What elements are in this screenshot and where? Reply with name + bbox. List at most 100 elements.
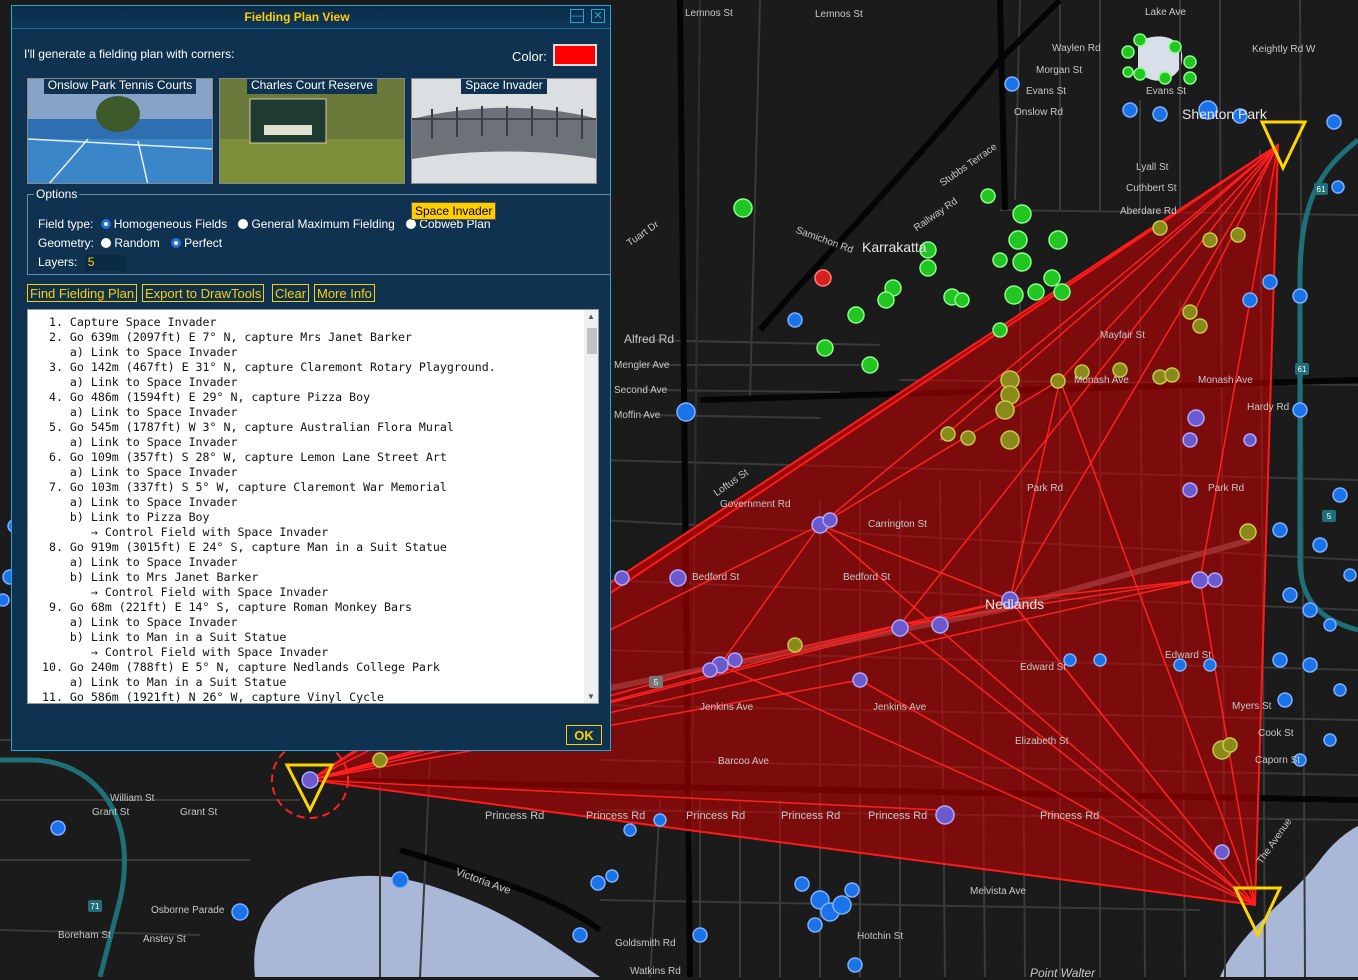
street-label: Bedford St bbox=[692, 572, 740, 583]
street-label: Waylen Rd bbox=[1052, 43, 1101, 54]
more-info-button[interactable]: More Info bbox=[314, 284, 375, 302]
svg-text:5: 5 bbox=[654, 678, 659, 687]
dialog-titlebar[interactable]: Fielding Plan View — ✕ bbox=[12, 6, 610, 29]
street-label: Keightly Rd W bbox=[1252, 44, 1316, 55]
layers-label: Layers: bbox=[38, 255, 78, 269]
portal-photo bbox=[220, 79, 404, 183]
find-fielding-plan-button[interactable]: Find Fielding Plan bbox=[27, 284, 138, 302]
plan-line: a) Link to Space Invader bbox=[42, 495, 238, 509]
street-label: Park Rd bbox=[1027, 483, 1064, 494]
plan-line: 8. Go 919m (3015ft) E 24° S, capture Man… bbox=[42, 540, 447, 554]
field-type-cobweb-radio[interactable] bbox=[406, 219, 417, 229]
portal-photo bbox=[28, 79, 212, 183]
color-label: Color: bbox=[512, 49, 547, 64]
street-label: Princess Rd bbox=[586, 810, 646, 822]
plan-line: 2. Go 639m (2097ft) E 7° N, capture Mrs … bbox=[42, 330, 412, 344]
street-label: Mayfair St bbox=[1100, 330, 1146, 341]
field-type-general-maximum-radio[interactable] bbox=[238, 219, 249, 229]
plan-line: 11. Go 586m (1921ft) N 26° W, capture Vi… bbox=[42, 690, 385, 704]
svg-text:61: 61 bbox=[1317, 185, 1326, 194]
plan-line: → Control Field with Space Invader bbox=[42, 645, 329, 659]
geometry-perfect-radio[interactable] bbox=[171, 238, 182, 248]
street-label: Evans St bbox=[1146, 86, 1187, 97]
street-label: Melvista Ave bbox=[970, 886, 1026, 897]
street-label: Onslow Rd bbox=[1014, 107, 1063, 118]
street-label: Mengler Ave bbox=[614, 360, 670, 371]
street-label: Hotchin St bbox=[857, 931, 904, 942]
fielding-plan-output[interactable]: 1. Capture Space Invader 2. Go 639m (209… bbox=[27, 309, 599, 704]
street-label: Park Rd bbox=[1208, 483, 1245, 494]
portal-card-space-invader[interactable]: Space Invader bbox=[411, 78, 597, 184]
portal-card-onslow-park-tennis-courts[interactable]: Onslow Park Tennis Courts bbox=[27, 78, 213, 184]
plan-line: a) Link to Man in a Suit Statue bbox=[42, 675, 287, 689]
portal-card-charles-court-reserve[interactable]: Charles Court Reserve bbox=[219, 78, 405, 184]
street-label: Watkins Rd bbox=[630, 966, 681, 977]
geometry-random-radio[interactable] bbox=[101, 238, 112, 248]
street-label: Princess Rd bbox=[781, 810, 841, 822]
plan-line: a) Link to Space Invader bbox=[42, 465, 238, 479]
portal-name: Space Invader bbox=[461, 79, 547, 94]
street-label: Monash Ave bbox=[1074, 375, 1129, 386]
plan-line: 10. Go 240m (788ft) E 5° N, capture Nedl… bbox=[42, 660, 440, 674]
street-label: Elizabeth St bbox=[1015, 736, 1069, 747]
plan-scrollbar[interactable]: ▲ ▼ bbox=[584, 310, 598, 703]
fielding-plan-dialog: Fielding Plan View — ✕ I'll generate a f… bbox=[11, 5, 611, 751]
street-label: Government Rd bbox=[720, 499, 791, 510]
plan-line: b) Link to Pizza Boy bbox=[42, 510, 210, 524]
street-label: Hardy Rd bbox=[1247, 402, 1290, 413]
field-type-homogeneous-radio[interactable] bbox=[100, 219, 111, 229]
street-label: Alfred Rd bbox=[624, 332, 675, 346]
clear-button[interactable]: Clear bbox=[272, 284, 310, 302]
geometry-row: Geometry: Random Perfect bbox=[38, 236, 222, 250]
options-legend: Options bbox=[36, 187, 78, 201]
color-picker[interactable] bbox=[553, 44, 597, 66]
street-label: William St bbox=[110, 793, 155, 804]
plan-line: b) Link to Mrs Janet Barker bbox=[42, 570, 259, 584]
portal-photo bbox=[412, 79, 596, 183]
plan-line: 5. Go 545m (1787ft) W 3° N, capture Aust… bbox=[42, 420, 454, 434]
street-label: Point Walter bbox=[1030, 966, 1096, 980]
street-label: Princess Rd bbox=[485, 810, 545, 822]
street-label: Morgan St bbox=[1036, 65, 1083, 76]
geometry-label: Geometry: bbox=[38, 236, 95, 250]
plan-line: → Control Field with Space Invader bbox=[42, 525, 329, 539]
street-label: Myers St bbox=[1232, 701, 1272, 712]
suburb-label: Nedlands bbox=[985, 596, 1045, 612]
red-portal[interactable] bbox=[814, 269, 832, 287]
plan-line: 1. Capture Space Invader bbox=[42, 315, 217, 329]
close-button[interactable]: ✕ bbox=[591, 9, 605, 23]
svg-text:5: 5 bbox=[1327, 512, 1332, 521]
street-label: Monash Ave bbox=[1198, 375, 1253, 386]
field-type-option-label: General Maximum Fielding bbox=[251, 217, 395, 231]
street-label: Lemnos St bbox=[685, 8, 733, 19]
street-label: Evans St bbox=[1026, 86, 1067, 97]
scroll-up-arrow-icon[interactable]: ▲ bbox=[587, 312, 595, 321]
scroll-down-arrow-icon[interactable]: ▼ bbox=[587, 692, 595, 701]
plan-line: a) Link to Space Invader bbox=[42, 555, 238, 569]
plan-line: a) Link to Space Invader bbox=[42, 405, 238, 419]
plan-line: a) Link to Space Invader bbox=[42, 375, 238, 389]
plan-line: 3. Go 142m (467ft) E 31° N, capture Clar… bbox=[42, 360, 496, 374]
ok-button[interactable]: OK bbox=[566, 725, 602, 745]
scrollbar-thumb[interactable] bbox=[587, 328, 597, 354]
street-label: Grant St bbox=[92, 807, 130, 818]
intro-text: I'll generate a fielding plan with corne… bbox=[24, 47, 235, 61]
plan-line: 4. Go 486m (1594ft) E 29° N, capture Piz… bbox=[42, 390, 371, 404]
street-label: Grant St bbox=[180, 807, 218, 818]
street-label: Aberdare Rd bbox=[1120, 206, 1177, 217]
minimize-button[interactable]: — bbox=[570, 9, 584, 23]
street-label: Carrington St bbox=[868, 519, 927, 530]
layers-row: Layers: 5 bbox=[38, 255, 126, 271]
street-label: Jenkins Ave bbox=[700, 702, 754, 713]
street-label: Cuthbert St bbox=[1126, 183, 1177, 194]
street-label: Caporn St bbox=[1255, 755, 1301, 766]
geometry-option-label: Perfect bbox=[184, 236, 223, 250]
plan-line: 7. Go 103m (337ft) S 5° W, capture Clare… bbox=[42, 480, 447, 494]
street-label: Princess Rd bbox=[686, 810, 746, 822]
layers-input[interactable]: 5 bbox=[84, 255, 126, 271]
plan-line: b) Link to Man in a Suit Statue bbox=[42, 630, 287, 644]
export-to-drawtools-button[interactable]: Export to DrawTools bbox=[142, 284, 265, 302]
street-label: Edward St bbox=[1020, 662, 1067, 673]
plan-line: → Control Field with Space Invader bbox=[42, 585, 329, 599]
street-label: Princess Rd bbox=[1040, 810, 1100, 822]
